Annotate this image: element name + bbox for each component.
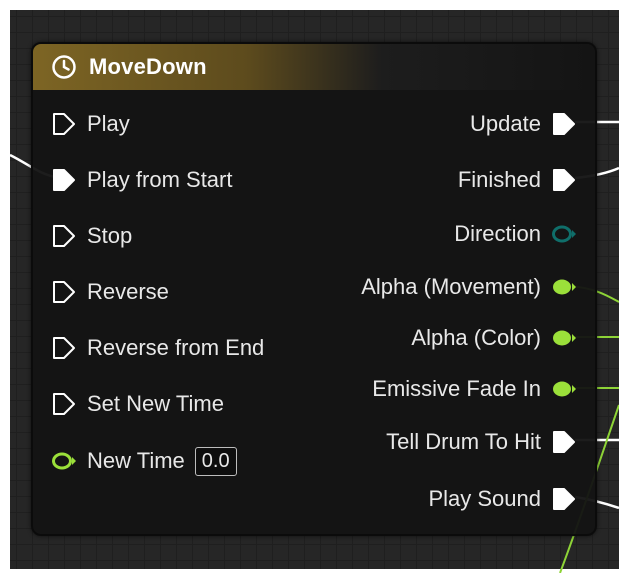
pin-label: Alpha (Color) <box>411 325 541 350</box>
exec-pin-icon <box>553 169 575 191</box>
pin-label: Emissive Fade In <box>372 376 541 401</box>
float-pin-icon <box>553 381 576 397</box>
pin-label: New Time <box>87 448 185 473</box>
exec-pin-icon <box>53 393 75 415</box>
pin-label: Finished <box>457 167 541 192</box>
input-pin-new-time[interactable]: New Time 0.0 <box>51 446 237 476</box>
input-pin-set-new-time[interactable]: Set New Time <box>51 389 224 419</box>
node-title: MoveDown <box>89 54 207 79</box>
pin-label: Tell Drum To Hit <box>386 429 541 454</box>
output-pin-finished[interactable]: Finished <box>458 165 577 195</box>
float-pin-icon <box>553 279 576 295</box>
exec-pin-icon <box>553 488 575 510</box>
pin-label: Alpha (Movement) <box>361 274 541 299</box>
pin-label: Update <box>470 111 541 136</box>
exec-pin-icon <box>53 169 75 191</box>
pin-label: Play <box>87 111 130 136</box>
pin-label: Stop <box>87 223 133 248</box>
exec-pin-icon <box>553 113 575 135</box>
output-pin-emissive-fade-in[interactable]: Emissive Fade In <box>372 374 577 404</box>
input-pin-play[interactable]: Play <box>51 109 130 139</box>
pin-label: Direction <box>454 221 541 246</box>
output-pin-direction[interactable]: Direction <box>454 219 577 249</box>
enum-pin-icon <box>552 225 576 243</box>
pin-label: Play from Start <box>87 167 233 192</box>
exec-pin-icon <box>553 431 575 453</box>
output-pin-alpha-movement[interactable]: Alpha (Movement) <box>361 272 577 302</box>
exec-pin-icon <box>53 281 75 303</box>
float-pin-icon <box>52 452 76 470</box>
output-pin-update[interactable]: Update <box>470 109 577 139</box>
new-time-input[interactable]: 0.0 <box>194 446 237 476</box>
node-header[interactable]: MoveDown <box>33 44 595 90</box>
input-pin-stop[interactable]: Stop <box>51 221 132 251</box>
clock-icon <box>52 55 76 79</box>
float-pin-icon <box>553 330 576 346</box>
pin-label: Play Sound <box>428 486 541 511</box>
pin-label: Reverse from End <box>87 335 265 360</box>
pin-label: Reverse <box>87 279 169 304</box>
pin-label: Set New Time <box>87 391 224 416</box>
input-pin-play-from-start[interactable]: Play from Start <box>51 165 232 195</box>
output-pin-play-sound[interactable]: Play Sound <box>428 484 577 514</box>
input-pin-reverse-from-end[interactable]: Reverse from End <box>51 333 264 363</box>
output-pin-tell-drum-to-hit[interactable]: Tell Drum To Hit <box>386 427 577 457</box>
output-pin-alpha-color[interactable]: Alpha (Color) <box>411 323 577 353</box>
exec-pin-icon <box>53 337 75 359</box>
timeline-node[interactable]: MoveDown Play Play from Start Stop Rever… <box>31 42 597 536</box>
exec-pin-icon <box>53 113 75 135</box>
input-pin-reverse[interactable]: Reverse <box>51 277 169 307</box>
exec-pin-icon <box>53 225 75 247</box>
